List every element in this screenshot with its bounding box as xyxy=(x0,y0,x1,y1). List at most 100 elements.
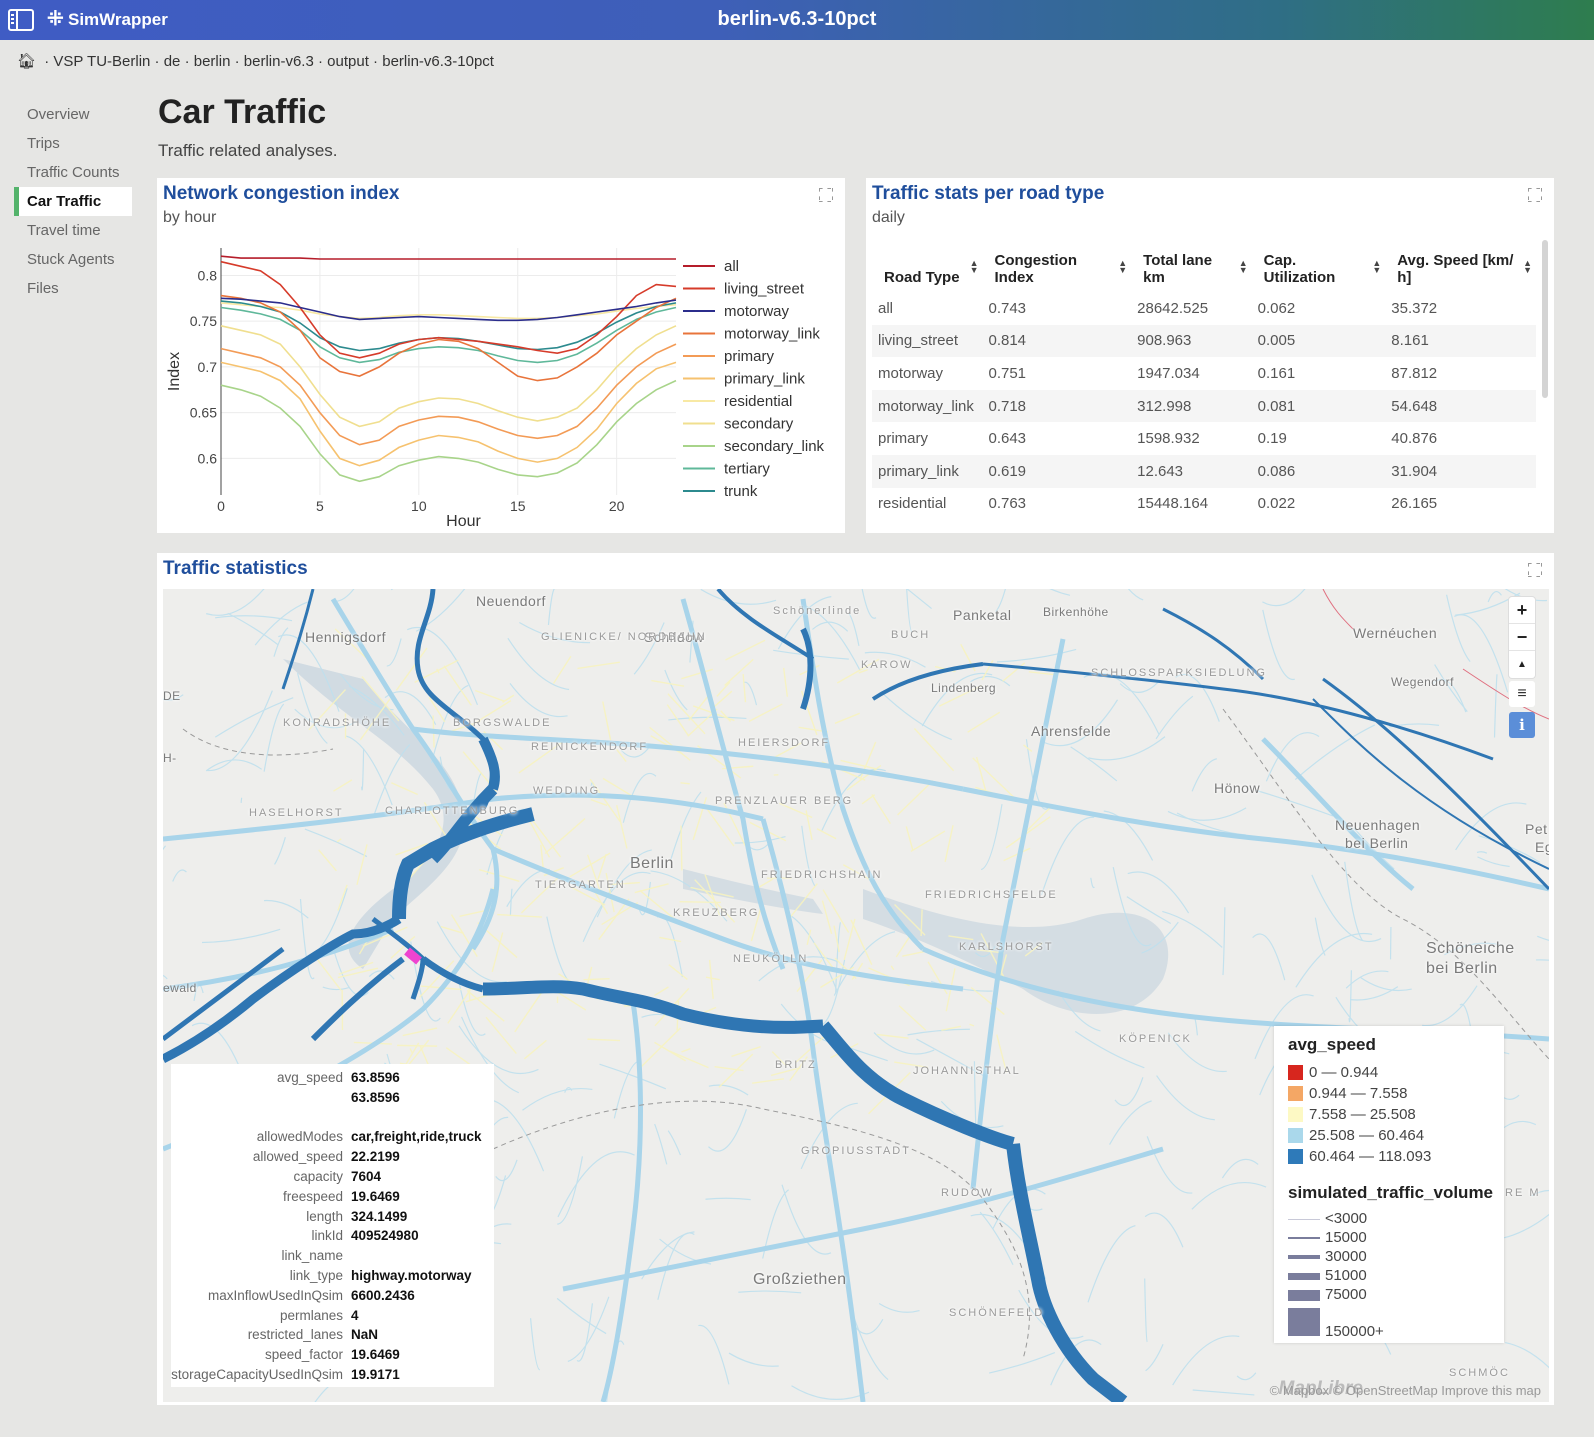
legend-width-row: 75000 xyxy=(1288,1285,1504,1304)
column-header-label: Utilization xyxy=(1263,269,1336,286)
legend-color-row: 25.508 — 60.464 xyxy=(1288,1125,1504,1146)
map-district-label: GLIENICKE/ NORDBAHN xyxy=(541,631,707,643)
x-tick-label: 10 xyxy=(411,498,427,514)
filter-settings-icon[interactable]: ≡ xyxy=(1509,681,1535,707)
table-scrollbar[interactable] xyxy=(1542,240,1548,398)
table-cell: 0.763 xyxy=(982,487,1132,521)
map-place-label: Lindenberg xyxy=(931,681,997,695)
sort-icon[interactable]: ▲ ▼ xyxy=(1118,259,1127,275)
breadcrumb-item[interactable]: output xyxy=(327,53,369,70)
tooltip-key: link_type xyxy=(289,1267,343,1283)
table-cell: 0.643 xyxy=(982,422,1132,455)
tooltip-key: linkId xyxy=(311,1228,343,1244)
home-icon[interactable]: 🏠︎ xyxy=(17,53,36,70)
legend-swatch xyxy=(1288,1065,1303,1080)
link-tooltip: avg_speed 63.8596 63.8596 allowedModes car,f… xyxy=(171,1064,494,1387)
sidebar-item-car-traffic[interactable]: Car Traffic xyxy=(14,187,132,216)
legend-color-row: 0.944 — 7.558 xyxy=(1288,1083,1504,1104)
tooltip-key: freespeed xyxy=(282,1188,343,1204)
sidebar-item-overview[interactable]: Overview xyxy=(14,100,132,129)
legend-label: secondary_link xyxy=(724,438,825,455)
table-cell: 0.161 xyxy=(1251,357,1386,390)
tooltip-key: speed_factor xyxy=(264,1347,343,1363)
sidebar-item-trips[interactable]: Trips xyxy=(14,129,132,158)
table-cell: 0.814 xyxy=(982,324,1132,358)
tooltip-row: maxInflowUsedInQsim 6600.2436 xyxy=(171,1286,494,1306)
map-place-label: H- xyxy=(163,751,177,765)
sort-icon[interactable]: ▲ ▼ xyxy=(1372,259,1381,275)
tooltip-key: allowedModes xyxy=(256,1129,343,1145)
legend-color-row: 0 — 0.944 xyxy=(1288,1062,1504,1083)
breadcrumb-item[interactable]: berlin-v6.3-10pct xyxy=(382,53,494,70)
table-cell: 54.648 xyxy=(1385,389,1536,423)
sort-icon[interactable]: ▲ ▼ xyxy=(1239,259,1248,275)
sort-icon[interactable]: ▲ ▼ xyxy=(970,259,979,275)
x-axis-label: Hour xyxy=(446,513,481,530)
road-type-stats-table: Road Type ▲ ▼ Congestion Index ▲ ▼ Total lane km… xyxy=(872,240,1536,521)
column-header[interactable]: Total lane km ▲ ▼ xyxy=(1131,240,1252,292)
page-title: Car Traffic xyxy=(158,93,327,131)
road-type-stats-card: Traffic stats per road type daily Road T… xyxy=(866,178,1554,533)
tooltip-row xyxy=(171,1108,494,1128)
map-attribution[interactable]: © Mapbox © OpenStreetMap Improve this ma… xyxy=(1270,1383,1541,1398)
zoom-out-button[interactable]: − xyxy=(1509,624,1535,651)
table-row: motorway 0.751 1947.034 0.161 87.812 xyxy=(872,357,1536,390)
sidebar-item-traffic-counts[interactable]: Traffic Counts xyxy=(14,158,132,187)
sidebar-item-stuck-agents[interactable]: Stuck Agents xyxy=(14,245,132,274)
x-tick-label: 5 xyxy=(316,498,324,514)
table-cell: 0.751 xyxy=(982,357,1132,390)
map-place-label: Hönow xyxy=(1214,780,1261,796)
map-district-label: RE M xyxy=(1505,1187,1541,1199)
breadcrumb-separator: · xyxy=(40,53,54,70)
legend-width-row: 30000 xyxy=(1288,1247,1504,1266)
tooltip-row: link_type highway.motorway xyxy=(171,1266,494,1286)
map-district-label: RUDOW xyxy=(941,1187,994,1199)
info-icon[interactable]: i xyxy=(1509,712,1535,738)
breadcrumb-separator: · xyxy=(313,53,328,70)
y-tick-label: 0.7 xyxy=(198,359,218,375)
congestion-chart: 0.6 0.65 0.7 0.75 0.8 0 5 10 15 20 Hour Index all liv… xyxy=(166,248,845,533)
table-cell: 8.161 xyxy=(1385,324,1536,358)
tooltip-key: length xyxy=(306,1208,343,1224)
table-cell: 0.022 xyxy=(1251,487,1386,521)
breadcrumb-item[interactable]: berlin-v6.3 xyxy=(244,53,314,70)
y-tick-label: 0.75 xyxy=(190,313,217,329)
column-header[interactable]: Road Type ▲ ▼ xyxy=(872,240,982,292)
legend-clip xyxy=(677,496,845,533)
legend-swatch xyxy=(1288,1086,1303,1101)
x-tick-label: 20 xyxy=(609,498,625,514)
column-header[interactable]: Avg. Speed [km/h] ▲ ▼ xyxy=(1385,240,1536,292)
map-district-label: SCHLOSSPARKSIEDLUNG xyxy=(1091,667,1267,679)
tooltip-row: freespeed 19.6469 xyxy=(171,1187,494,1207)
tooltip-value: NaN xyxy=(351,1327,379,1343)
sidebar-item-travel-time[interactable]: Travel time xyxy=(14,216,132,245)
series-line-all xyxy=(220,255,676,260)
expand-icon[interactable] xyxy=(1528,563,1540,575)
tooltip-value: 7604 xyxy=(351,1168,382,1184)
column-header[interactable]: Cap. Utilization ▲ ▼ xyxy=(1252,240,1386,292)
map-place-label: Wernéuchen xyxy=(1353,625,1438,641)
tooltip-key: allowed_speed xyxy=(252,1149,343,1165)
sidebar-item-files[interactable]: Files xyxy=(14,274,132,303)
breadcrumb-item[interactable]: VSP TU-Berlin xyxy=(53,53,150,70)
compass-icon[interactable]: ▲ xyxy=(1509,651,1535,678)
breadcrumb-item[interactable]: de xyxy=(164,53,181,70)
zoom-in-button[interactable]: + xyxy=(1509,597,1535,624)
breadcrumb-item[interactable]: berlin xyxy=(194,53,231,70)
map-place-label: Schöneiche xyxy=(1426,940,1515,957)
legend-label: all xyxy=(724,258,739,275)
breadcrumb-separator: · xyxy=(180,53,194,70)
legend-label: motorway xyxy=(724,303,790,320)
series-line-primary xyxy=(220,343,677,446)
map-district-label: SCHÖNEFELD xyxy=(949,1307,1045,1319)
sort-icon[interactable]: ▲ ▼ xyxy=(1523,259,1532,275)
traffic-map[interactable]: Neuendorf Hennigsdorf Schildow Panketal Birk… xyxy=(163,589,1549,1402)
table-row: living_street 0.814 908.963 0.005 8.161 xyxy=(872,324,1536,358)
tooltip-value: 19.6469 xyxy=(351,1347,400,1363)
legend-label: 60.464 — 118.093 xyxy=(1309,1148,1432,1165)
expand-icon[interactable] xyxy=(1528,188,1540,200)
tooltip-key: maxInflowUsedInQsim xyxy=(207,1287,343,1303)
column-header[interactable]: Congestion Index ▲ ▼ xyxy=(982,240,1131,292)
congestion-card: Network congestion index by hour 0.6 0.65… xyxy=(157,178,845,533)
table-cell: 31.904 xyxy=(1385,454,1536,488)
